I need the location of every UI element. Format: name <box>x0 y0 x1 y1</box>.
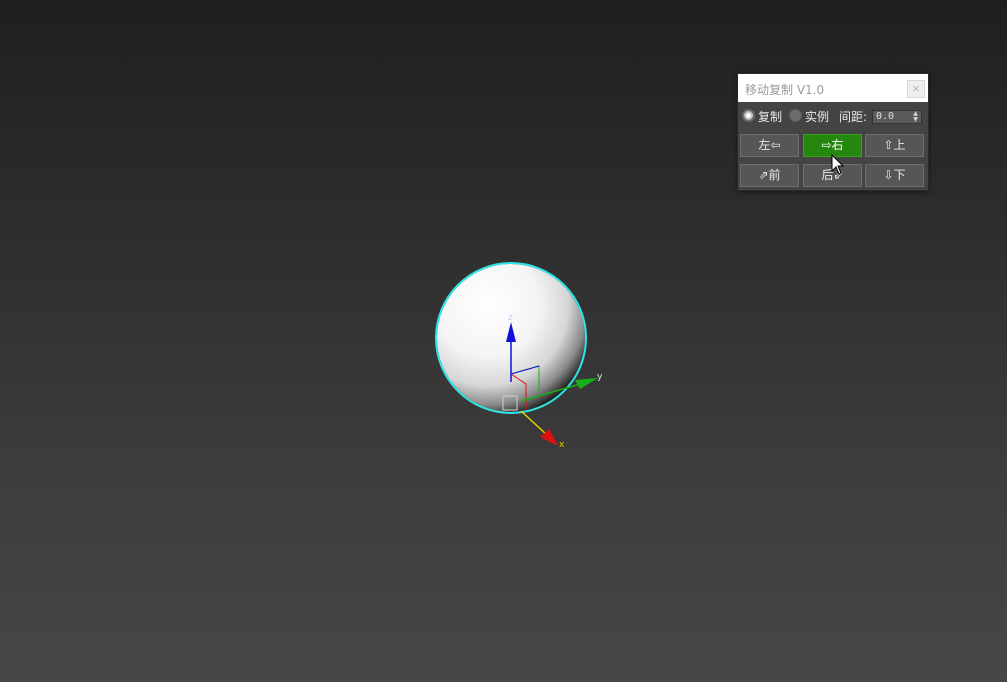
close-icon: × <box>911 82 921 95</box>
move-left-button[interactable]: 左⇦ <box>740 134 799 157</box>
move-right-button[interactable]: ⇨右 <box>803 134 862 157</box>
panel-title: 移动复制 V1.0 <box>745 83 825 97</box>
copy-mode-radio[interactable] <box>742 109 755 122</box>
move-down-button[interactable]: ⇩下 <box>865 164 924 187</box>
move-back-button[interactable]: 后⇙ <box>803 164 862 187</box>
options-row: 复制 实例 间距: 0.0 ▲ ▼ <box>738 102 928 129</box>
gizmo-z-label: z <box>508 313 513 323</box>
panel-titlebar[interactable]: 移动复制 V1.0 × <box>738 74 928 102</box>
move-copy-panel: 移动复制 V1.0 × 复制 实例 间距: 0.0 ▲ ▼ 左⇦ ⇨右 ⇧上 ⇗… <box>737 73 929 191</box>
close-button[interactable]: × <box>907 80 925 98</box>
move-front-button[interactable]: ⇗前 <box>740 164 799 187</box>
copy-mode-label[interactable]: 复制 <box>758 108 782 125</box>
spinner-down-icon[interactable]: ▼ <box>912 117 919 123</box>
spacing-label: 间距: <box>839 110 868 124</box>
spacing-spinner[interactable]: 0.0 ▲ ▼ <box>872 110 922 124</box>
gizmo-y-label: y <box>597 372 603 382</box>
gizmo-y-arrow[interactable] <box>575 378 598 389</box>
move-up-button[interactable]: ⇧上 <box>865 134 924 157</box>
gizmo-x-axis[interactable] <box>520 410 548 436</box>
spacing-value[interactable]: 0.0 <box>876 111 894 123</box>
spinner-arrows[interactable]: ▲ ▼ <box>912 111 919 123</box>
gizmo-x-label: x <box>559 440 565 450</box>
instance-mode-label[interactable]: 实例 <box>805 108 829 125</box>
viewport[interactable]: z y x 移动复制 V1.0 × 复制 实例 间距: 0.0 ▲ ▼ 左⇦ ⇨… <box>0 0 1007 682</box>
instance-mode-radio[interactable] <box>789 109 802 122</box>
